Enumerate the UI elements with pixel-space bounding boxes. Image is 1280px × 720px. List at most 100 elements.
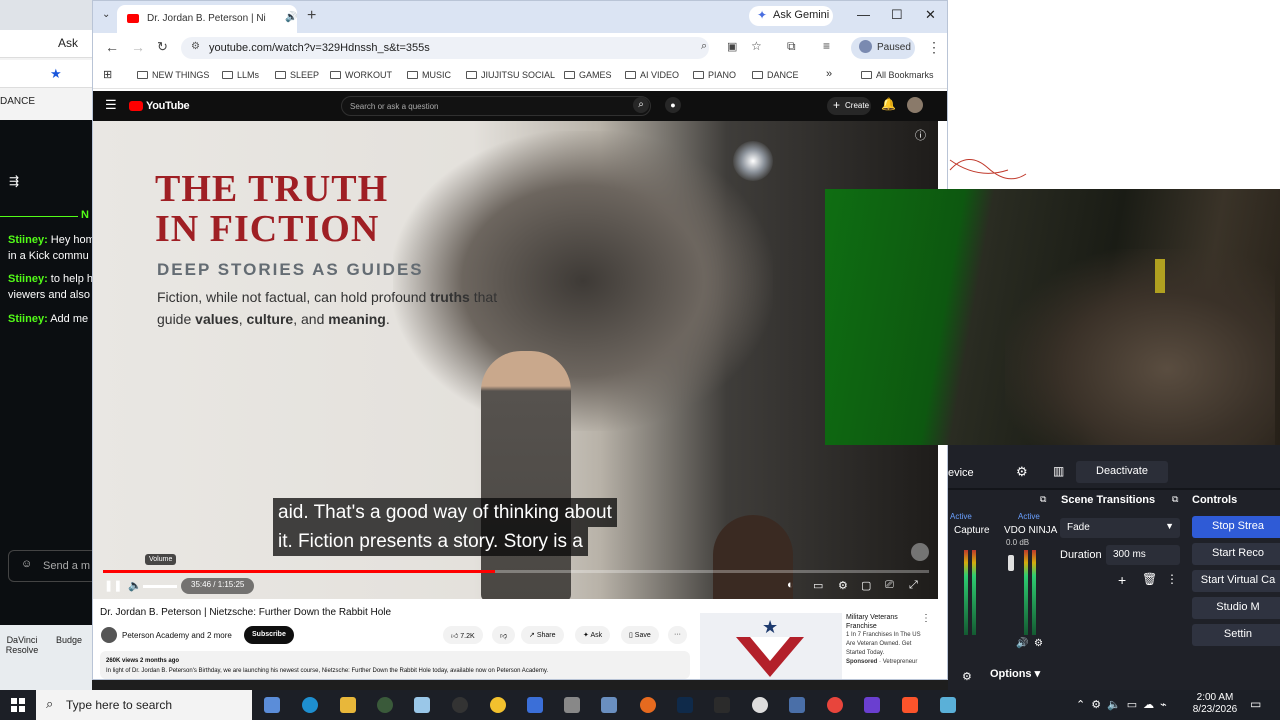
app-icon[interactable] (564, 697, 580, 713)
reload-button[interactable]: ↻ (157, 39, 168, 55)
pause-button[interactable]: ❚❚ (104, 579, 122, 592)
bookmark-folder[interactable]: NEW THINGS (137, 70, 209, 80)
ask-gemini-button[interactable]: ✦ Ask Gemini (749, 6, 833, 26)
ask-button[interactable]: ✦ Ask (575, 626, 611, 644)
app-icon[interactable] (789, 697, 805, 713)
transition-select[interactable]: Fade ▼ (1060, 518, 1180, 538)
app-icon[interactable] (940, 697, 956, 713)
subscribe-button[interactable]: Subscribe (244, 626, 294, 644)
like-button[interactable]: 👍︎ 7.2K (443, 626, 483, 644)
bookmark-folder[interactable]: SLEEP (275, 70, 319, 80)
volume-icon[interactable]: 🔈 (128, 579, 142, 592)
autoplay-toggle[interactable]: ◐ (787, 579, 794, 591)
volume-slider[interactable] (143, 585, 177, 588)
channel-avatar[interactable] (101, 627, 117, 643)
app-icon[interactable] (452, 697, 468, 713)
description-box[interactable]: 260K views 2 months ago In light of Dr. … (100, 651, 690, 679)
edge-icon[interactable] (302, 697, 318, 713)
file-explorer-icon[interactable] (340, 697, 356, 713)
desktop-icon-davinci[interactable]: DaVinci Resolve (2, 635, 42, 655)
volume-fader[interactable] (1008, 555, 1014, 571)
chat-send-input[interactable]: ☺ Send a m (8, 550, 92, 582)
duration-input[interactable]: 300 ms (1106, 545, 1180, 565)
expand-icon[interactable]: ⇶ (9, 174, 19, 188)
start-recording-button[interactable]: Start Reco (1192, 543, 1280, 565)
bookmark-folder[interactable]: PIANO (693, 70, 736, 80)
fullscreen-icon[interactable]: ⤢ (909, 579, 918, 592)
apps-icon[interactable]: ⊞ (103, 68, 112, 81)
channel-name[interactable]: Peterson Academy and 2 more (122, 631, 232, 640)
filter-icon[interactable]: ▥ (1053, 464, 1064, 478)
stop-streaming-button[interactable]: Stop Strea (1192, 516, 1280, 538)
cast-icon[interactable]: ▣ (727, 40, 737, 53)
search-icon[interactable]: ⌕ (633, 97, 649, 113)
bookmark-folder[interactable]: WORKOUT (330, 70, 392, 80)
app-icon[interactable] (377, 697, 393, 713)
bookmark-folder[interactable]: JIUJITSU SOCIAL (466, 70, 555, 80)
chat-username[interactable]: Stiiney: (8, 273, 48, 285)
firefox-icon[interactable] (640, 697, 656, 713)
lightbulb-icon[interactable] (490, 697, 506, 713)
calculator-icon[interactable] (264, 697, 280, 713)
photoshop-icon[interactable] (677, 697, 693, 713)
media-control-icon[interactable]: ≡ (823, 39, 830, 53)
back-button[interactable]: ← (105, 39, 119, 55)
youtube-logo-icon[interactable] (129, 101, 143, 111)
bookmark-folder[interactable]: DANCE (752, 70, 799, 80)
miniplayer-icon[interactable]: ▢ (861, 579, 871, 592)
chrome-icon[interactable] (827, 697, 843, 713)
extensions-icon[interactable]: ⧉ (787, 39, 796, 54)
site-info-icon[interactable]: ⚙ (191, 41, 200, 52)
more-actions-button[interactable]: ··· (668, 626, 687, 644)
taskbar-clock[interactable]: 2:00 AM 8/23/2026 (1188, 692, 1242, 716)
star-icon[interactable]: ★ (50, 66, 62, 82)
bookmark-folder[interactable]: GAMES (564, 70, 612, 80)
create-button[interactable]: + Create (827, 97, 871, 115)
more-bookmarks-icon[interactable]: » (826, 68, 832, 80)
capture-source[interactable]: Capture (954, 525, 990, 536)
menu-icon[interactable]: ⋮ (927, 39, 941, 56)
info-icon[interactable]: ⓘ (915, 127, 926, 143)
notifications-bell-icon[interactable]: 🔔 (881, 97, 896, 111)
maximize-button[interactable]: ☐ (891, 7, 903, 23)
vdo-ninja-source[interactable]: VDO NINJA (1004, 525, 1057, 536)
bookmark-folder[interactable]: LLMs (222, 70, 259, 80)
youtube-search-input[interactable]: Search or ask a question (341, 96, 651, 116)
popout-icon[interactable]: ⧉ (1172, 494, 1178, 505)
dislike-button[interactable]: 👎︎ (492, 626, 516, 644)
save-button[interactable]: ▯ Save (621, 626, 659, 644)
notification-icon[interactable]: ▭ (1250, 697, 1261, 711)
app-icon[interactable] (601, 697, 617, 713)
bookmark-star-icon[interactable]: ☆ (751, 39, 762, 53)
tray-icons[interactable]: ⌃⚙🔈▭☁⌁ (1076, 698, 1173, 711)
brave-icon[interactable] (902, 697, 918, 713)
bookmark-folder[interactable]: MUSIC (407, 70, 451, 80)
zoom-icon[interactable]: ⌕ (701, 40, 707, 53)
taskbar-search-input[interactable]: ⌕ Type here to search (36, 690, 252, 720)
profile-paused-button[interactable]: Paused (851, 37, 915, 59)
minimize-button[interactable]: — (857, 7, 870, 22)
chat-username[interactable]: Stiiney: (8, 313, 48, 325)
channel-watermark-icon[interactable] (911, 543, 929, 561)
gear-icon[interactable]: ⚙ (1016, 464, 1028, 480)
youtube-logo-text[interactable]: YouTube (146, 100, 190, 112)
more-icon[interactable]: ⋮ (1166, 572, 1178, 586)
ad-text[interactable]: Military Veterans Franchise 1 In 7 Franc… (846, 613, 926, 667)
app-icon[interactable] (752, 697, 768, 713)
subtitles-icon[interactable]: ▭ (813, 579, 823, 592)
docs-icon[interactable] (527, 697, 543, 713)
windows-start-icon[interactable] (11, 698, 25, 712)
close-window-button[interactable]: ✕ (925, 7, 936, 23)
options-button[interactable]: Options ▾ (990, 667, 1040, 687)
audio-icon[interactable]: 🔊 (285, 12, 297, 23)
microphone-icon[interactable]: ● (665, 97, 681, 113)
all-bookmarks[interactable]: All Bookmarks (861, 70, 934, 80)
background-bookmark-dance[interactable]: DANCE (0, 96, 35, 107)
forward-button[interactable]: → (131, 39, 145, 55)
dock-gear-icon[interactable]: ⚙ (962, 670, 972, 683)
settings-button[interactable]: Settin (1192, 624, 1280, 646)
add-icon[interactable]: + (1118, 572, 1126, 588)
start-virtual-camera-button[interactable]: Start Virtual Ca (1192, 570, 1280, 592)
account-avatar[interactable] (907, 97, 923, 113)
tab-youtube[interactable]: Dr. Jordan B. Peterson | Ni 🔊 ✕ (117, 5, 297, 33)
